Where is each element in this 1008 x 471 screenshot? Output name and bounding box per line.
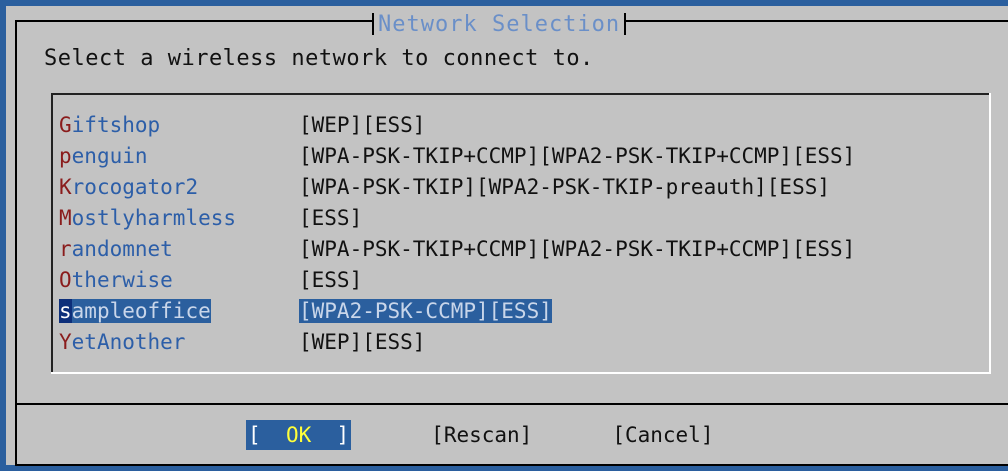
ok-button-open-bracket: [ <box>248 423 286 447</box>
network-ssid-rest: ampleoffice <box>71 298 211 323</box>
network-hotkey: G <box>59 112 72 137</box>
network-flags: [WPA-PSK-TKIP+CCMP][WPA2-PSK-TKIP+CCMP][… <box>299 143 856 168</box>
network-row[interactable]: penguin [WPA-PSK-TKIP+CCMP][WPA2-PSK-TKI… <box>59 140 855 171</box>
network-ssid: Krocogator2 <box>59 175 299 199</box>
rescan-button[interactable]: [Rescan] <box>431 423 532 447</box>
network-row[interactable]: Krocogator2 [WPA-PSK-TKIP][WPA2-PSK-TKIP… <box>59 171 855 202</box>
network-ssid: penguin <box>59 144 299 168</box>
network-row[interactable]: Giftshop [WEP][ESS] <box>59 109 855 140</box>
network-hotkey: r <box>59 236 72 261</box>
network-ssid: YetAnother <box>59 330 299 354</box>
network-ssid: Otherwise <box>59 268 299 292</box>
network-hotkey: p <box>59 143 72 168</box>
network-ssid-rest: enguin <box>71 143 148 168</box>
network-flags: [WEP][ESS] <box>299 329 426 354</box>
network-row[interactable]: Otherwise [ESS] <box>59 264 855 295</box>
network-selection-dialog: Network Selection Select a wireless netw… <box>6 6 1008 466</box>
network-ssid: randomnet <box>59 237 299 261</box>
network-hotkey: O <box>59 267 72 292</box>
network-ssid: Mostlyharmless <box>59 206 299 230</box>
ok-button-close-bracket: ] <box>311 423 350 447</box>
dialog-title: Network Selection <box>378 11 621 37</box>
cancel-button[interactable]: [Cancel] <box>612 423 713 447</box>
button-bar-divider <box>15 403 1008 405</box>
button-bar: [ OK ] [Rescan] [Cancel] <box>246 420 713 450</box>
network-row-selected[interactable]: sampleoffice [WPA2-PSK-CCMP][ESS] <box>59 295 855 326</box>
network-flags: [WPA-PSK-TKIP+CCMP][WPA2-PSK-TKIP+CCMP][… <box>299 236 856 261</box>
network-list[interactable]: Giftshop [WEP][ESS] penguin [WPA-PSK-TKI… <box>51 93 991 374</box>
network-hotkey: K <box>59 174 72 199</box>
network-ssid-rest: ostlyharmless <box>71 205 237 230</box>
network-ssid-rest: etAnother <box>71 329 186 354</box>
network-flags: [ESS] <box>299 205 363 230</box>
network-ssid-rest: rocogator2 <box>71 174 199 199</box>
network-flags: [ESS] <box>299 267 363 292</box>
network-hotkey: Y <box>59 329 72 354</box>
network-list-rows: Giftshop [WEP][ESS] penguin [WPA-PSK-TKI… <box>59 109 855 357</box>
network-flags: [WPA-PSK-TKIP][WPA2-PSK-TKIP-preauth][ES… <box>299 174 831 199</box>
ok-button-label: OK <box>285 423 312 447</box>
dialog-title-bar: Network Selection <box>372 9 627 39</box>
network-ssid-rest: andomnet <box>71 236 173 261</box>
network-flags: [WEP][ESS] <box>299 112 426 137</box>
network-hotkey: M <box>59 205 72 230</box>
network-ssid-rest: therwise <box>71 267 173 292</box>
network-hotkey: s <box>59 298 72 323</box>
network-ssid: Giftshop <box>59 113 299 137</box>
ok-button[interactable]: [ OK ] <box>246 420 352 450</box>
network-flags: [WPA2-PSK-CCMP][ESS] <box>299 298 552 323</box>
dialog-prompt: Select a wireless network to connect to. <box>44 46 594 71</box>
network-row[interactable]: YetAnother [WEP][ESS] <box>59 326 855 357</box>
network-ssid: sampleoffice <box>59 298 299 323</box>
network-row[interactable]: Mostlyharmless [ESS] <box>59 202 855 233</box>
network-row[interactable]: randomnet [WPA-PSK-TKIP+CCMP][WPA2-PSK-T… <box>59 233 855 264</box>
network-ssid-rest: iftshop <box>71 112 161 137</box>
